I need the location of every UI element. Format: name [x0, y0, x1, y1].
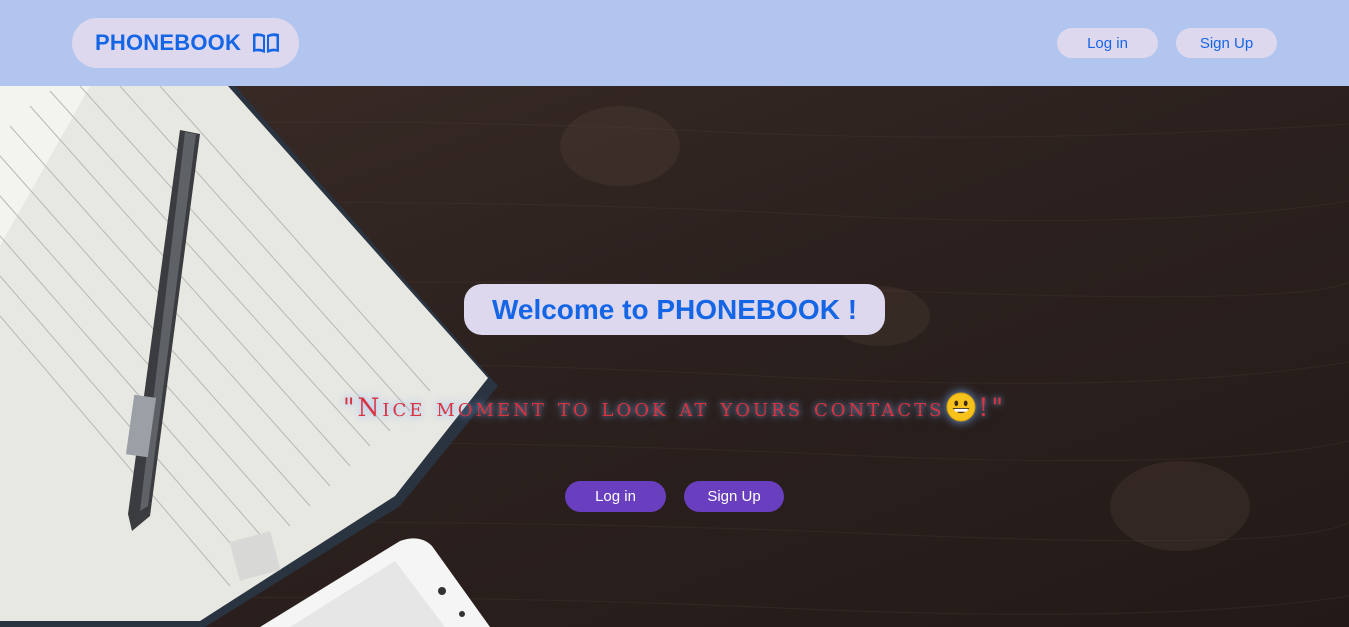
- hero-login-button[interactable]: Log in: [565, 481, 666, 512]
- brand-name: PHONEBOOK: [95, 30, 242, 55]
- hero-signup-button[interactable]: Sign Up: [684, 481, 784, 512]
- hero-section: Welcome to PHONEBOOK ! "Nice moment to l…: [0, 86, 1349, 627]
- welcome-title: Welcome to PHONEBOOK !: [464, 284, 885, 335]
- tagline-text-end: !": [978, 393, 1006, 422]
- tagline-quote: "Nice moment to look at yours contacts !…: [0, 392, 1349, 422]
- brand-logo-link[interactable]: PHONEBOOK: [72, 18, 299, 68]
- tagline-text-start: "Nice moment to look at yours contacts: [343, 393, 945, 422]
- hero-background-image: [0, 86, 1349, 627]
- header-signup-button[interactable]: Sign Up: [1176, 28, 1277, 58]
- header-login-button[interactable]: Log in: [1057, 28, 1158, 58]
- top-navbar: PHONEBOOK Log in Sign Up: [0, 0, 1349, 86]
- grinning-face-emoji-icon: [946, 392, 976, 422]
- open-book-icon: [251, 31, 281, 55]
